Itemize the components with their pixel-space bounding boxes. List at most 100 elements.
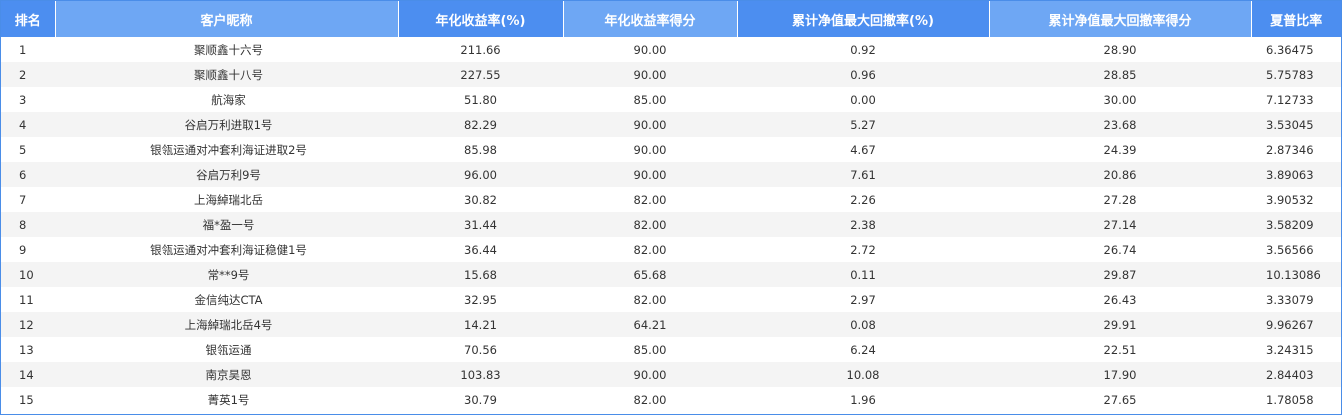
cell-max-drawdown-score: 27.28 — [989, 187, 1251, 212]
cell-annual-return-score: 90.00 — [563, 112, 737, 137]
cell-max-drawdown-score: 27.14 — [989, 212, 1251, 237]
cell-max-drawdown: 0.08 — [737, 312, 989, 337]
cell-annual-return: 36.44 — [398, 237, 563, 262]
cell-annual-return: 30.82 — [398, 187, 563, 212]
table-row: 5 银瓴运通对冲套利海证进取2号 85.98 90.00 4.67 24.39 … — [1, 137, 1341, 162]
cell-max-drawdown: 5.27 — [737, 112, 989, 137]
cell-max-drawdown: 2.26 — [737, 187, 989, 212]
cell-max-drawdown: 2.38 — [737, 212, 989, 237]
cell-max-drawdown-score: 26.43 — [989, 287, 1251, 312]
cell-max-drawdown: 0.00 — [737, 87, 989, 112]
cell-annual-return-score: 90.00 — [563, 362, 737, 387]
cell-max-drawdown-score: 28.85 — [989, 62, 1251, 87]
cell-sharpe: 1.78058 — [1251, 387, 1341, 412]
cell-name: 聚顺鑫十六号 — [55, 37, 398, 62]
table-row: 6 谷启万利9号 96.00 90.00 7.61 20.86 3.89063 — [1, 162, 1341, 187]
cell-annual-return: 32.95 — [398, 287, 563, 312]
table-row: 8 福*盈一号 31.44 82.00 2.38 27.14 3.58209 — [1, 212, 1341, 237]
cell-max-drawdown-score: 26.74 — [989, 237, 1251, 262]
cell-max-drawdown: 7.61 — [737, 162, 989, 187]
cell-max-drawdown-score: 27.65 — [989, 387, 1251, 412]
table-row: 11 金信纯达CTA 32.95 82.00 2.97 26.43 3.3307… — [1, 287, 1341, 312]
cell-rank: 6 — [1, 162, 55, 187]
cell-max-drawdown-score: 23.68 — [989, 112, 1251, 137]
ranking-table: 排名 客户昵称 年化收益率(%) 年化收益率得分 累计净值最大回撤率(%) 累计… — [1, 1, 1341, 412]
cell-annual-return-score: 82.00 — [563, 187, 737, 212]
table-row: 14 南京昊恩 103.83 90.00 10.08 17.90 2.84403 — [1, 362, 1341, 387]
cell-annual-return-score: 85.00 — [563, 87, 737, 112]
cell-sharpe: 3.33079 — [1251, 287, 1341, 312]
cell-name: 银瓴运通 — [55, 337, 398, 362]
header-sharpe-ratio[interactable]: 夏普比率 — [1251, 1, 1341, 37]
cell-annual-return: 211.66 — [398, 37, 563, 62]
cell-annual-return: 14.21 — [398, 312, 563, 337]
cell-sharpe: 9.96267 — [1251, 312, 1341, 337]
cell-max-drawdown: 2.72 — [737, 237, 989, 262]
cell-sharpe: 6.36475 — [1251, 37, 1341, 62]
header-row: 排名 客户昵称 年化收益率(%) 年化收益率得分 累计净值最大回撤率(%) 累计… — [1, 1, 1341, 37]
table-row: 10 常**9号 15.68 65.68 0.11 29.87 10.13086 — [1, 262, 1341, 287]
cell-name: 上海綽瑞北岳 — [55, 187, 398, 212]
header-annual-return[interactable]: 年化收益率(%) — [398, 1, 564, 37]
cell-max-drawdown-score: 28.90 — [989, 37, 1251, 62]
cell-annual-return: 103.83 — [398, 362, 563, 387]
cell-max-drawdown: 1.96 — [737, 387, 989, 412]
cell-annual-return-score: 90.00 — [563, 162, 737, 187]
cell-annual-return: 70.56 — [398, 337, 563, 362]
cell-rank: 8 — [1, 212, 55, 237]
cell-max-drawdown-score: 30.00 — [989, 87, 1251, 112]
cell-name: 上海綽瑞北岳4号 — [55, 312, 398, 337]
cell-rank: 13 — [1, 337, 55, 362]
cell-name: 金信纯达CTA — [55, 287, 398, 312]
cell-sharpe: 2.84403 — [1251, 362, 1341, 387]
header-max-drawdown-score[interactable]: 累计净值最大回撤率得分 — [989, 1, 1252, 37]
cell-name: 南京昊恩 — [55, 362, 398, 387]
table-row: 12 上海綽瑞北岳4号 14.21 64.21 0.08 29.91 9.962… — [1, 312, 1341, 337]
table-row: 7 上海綽瑞北岳 30.82 82.00 2.26 27.28 3.90532 — [1, 187, 1341, 212]
cell-rank: 7 — [1, 187, 55, 212]
table-row: 1 聚顺鑫十六号 211.66 90.00 0.92 28.90 6.36475 — [1, 37, 1341, 62]
cell-max-drawdown: 10.08 — [737, 362, 989, 387]
header-max-drawdown[interactable]: 累计净值最大回撤率(%) — [737, 1, 990, 37]
cell-annual-return-score: 90.00 — [563, 62, 737, 87]
header-rank[interactable]: 排名 — [1, 1, 56, 37]
cell-annual-return: 227.55 — [398, 62, 563, 87]
cell-max-drawdown: 6.24 — [737, 337, 989, 362]
cell-rank: 10 — [1, 262, 55, 287]
cell-name: 谷启万利进取1号 — [55, 112, 398, 137]
cell-name: 谷启万利9号 — [55, 162, 398, 187]
cell-max-drawdown: 0.96 — [737, 62, 989, 87]
cell-annual-return-score: 82.00 — [563, 212, 737, 237]
table-row: 15 菁英1号 30.79 82.00 1.96 27.65 1.78058 — [1, 387, 1341, 412]
cell-annual-return: 51.80 — [398, 87, 563, 112]
cell-annual-return-score: 64.21 — [563, 312, 737, 337]
cell-max-drawdown: 0.11 — [737, 262, 989, 287]
header-annual-return-score[interactable]: 年化收益率得分 — [563, 1, 738, 37]
cell-name: 菁英1号 — [55, 387, 398, 412]
cell-name: 银瓴运通对冲套利海证稳健1号 — [55, 237, 398, 262]
cell-name: 聚顺鑫十八号 — [55, 62, 398, 87]
cell-rank: 3 — [1, 87, 55, 112]
header-client-nickname[interactable]: 客户昵称 — [55, 1, 399, 37]
cell-annual-return-score: 82.00 — [563, 237, 737, 262]
cell-rank: 12 — [1, 312, 55, 337]
cell-sharpe: 10.13086 — [1251, 262, 1341, 287]
cell-sharpe: 5.75783 — [1251, 62, 1341, 87]
cell-sharpe: 3.24315 — [1251, 337, 1341, 362]
table-row: 9 银瓴运通对冲套利海证稳健1号 36.44 82.00 2.72 26.74 … — [1, 237, 1341, 262]
cell-rank: 9 — [1, 237, 55, 262]
cell-name: 福*盈一号 — [55, 212, 398, 237]
cell-name: 常**9号 — [55, 262, 398, 287]
cell-annual-return: 85.98 — [398, 137, 563, 162]
table-row: 4 谷启万利进取1号 82.29 90.00 5.27 23.68 3.5304… — [1, 112, 1341, 137]
table-row: 13 银瓴运通 70.56 85.00 6.24 22.51 3.24315 — [1, 337, 1341, 362]
cell-annual-return-score: 82.00 — [563, 387, 737, 412]
cell-sharpe: 3.90532 — [1251, 187, 1341, 212]
cell-rank: 11 — [1, 287, 55, 312]
cell-max-drawdown-score: 29.91 — [989, 312, 1251, 337]
cell-annual-return-score: 85.00 — [563, 337, 737, 362]
cell-max-drawdown: 4.67 — [737, 137, 989, 162]
cell-sharpe: 3.53045 — [1251, 112, 1341, 137]
cell-sharpe: 7.12733 — [1251, 87, 1341, 112]
cell-sharpe: 3.58209 — [1251, 212, 1341, 237]
